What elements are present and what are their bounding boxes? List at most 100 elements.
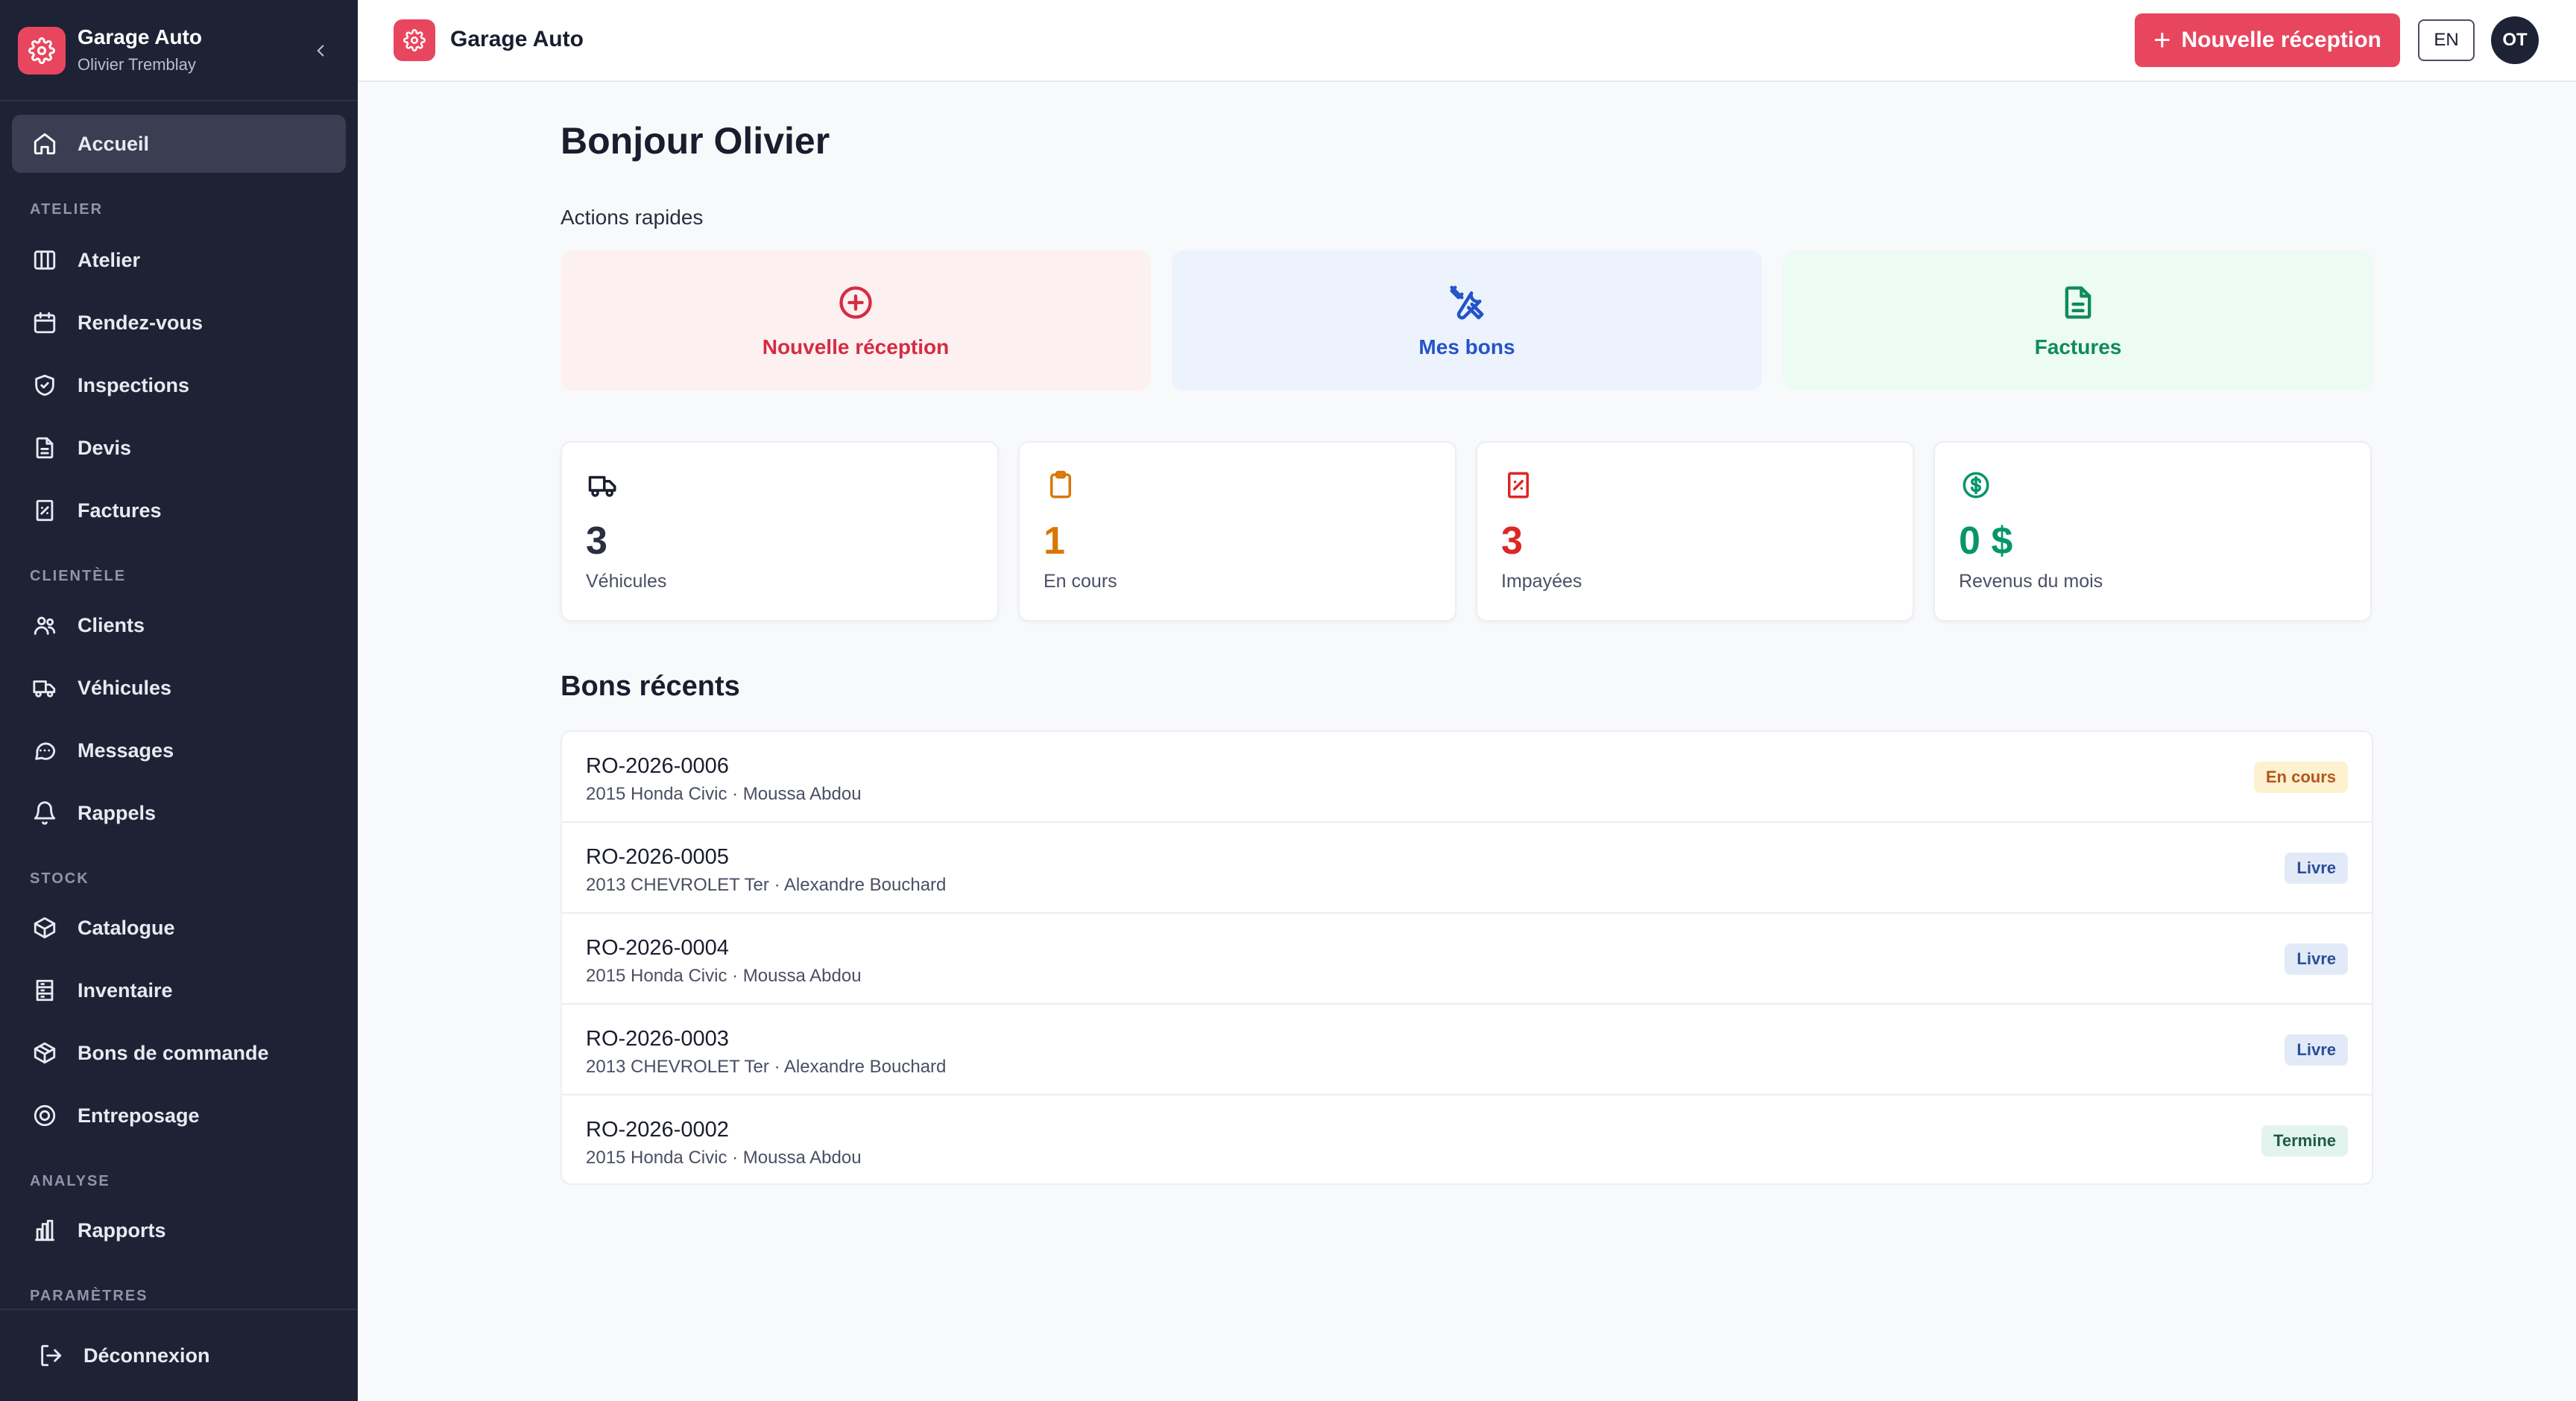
- chevron-left-icon: [317, 45, 324, 57]
- order-number: RO-2026-0005: [586, 845, 729, 869]
- stat-value: 0 $: [1959, 519, 2013, 563]
- tools-icon: [1446, 282, 1488, 323]
- stat-value: 1: [1044, 519, 1065, 563]
- order-number: RO-2026-0004: [586, 936, 729, 960]
- logout-label: Déconnexion: [83, 1344, 210, 1367]
- box-icon: [30, 913, 60, 943]
- sidebar: Garage Auto Olivier Tremblay Accueil ATE…: [0, 0, 358, 1401]
- calendar-icon: [30, 308, 60, 338]
- bell-icon: [30, 798, 60, 828]
- sidebar-item-clients[interactable]: Clients: [12, 596, 346, 654]
- dollar-circle-icon: [1959, 468, 1993, 502]
- stat-card-vehicles[interactable]: 3 Véhicules: [561, 441, 999, 622]
- sidebar-item-vehicules[interactable]: Véhicules: [12, 659, 346, 717]
- list-item[interactable]: RO-2026-0004 2015 Honda Civic · Moussa A…: [562, 914, 2372, 1005]
- stat-card-revenue[interactable]: 0 $ Revenus du mois: [1933, 441, 2372, 622]
- order-description: 2013 CHEVROLET Ter · Alexandre Bouchard: [586, 1057, 947, 1077]
- quick-action-invoices[interactable]: Factures: [1783, 250, 2373, 390]
- sidebar-item-label: Factures: [78, 499, 162, 522]
- sidebar-item-messages[interactable]: Messages: [12, 721, 346, 779]
- order-number: RO-2026-0006: [586, 754, 729, 778]
- shield-check-icon: [30, 370, 60, 400]
- warehouse-icon: [30, 975, 60, 1005]
- list-item[interactable]: RO-2026-0003 2013 CHEVROLET Ter · Alexan…: [562, 1005, 2372, 1095]
- sidebar-item-label: Devis: [78, 436, 132, 459]
- stat-label: Revenus du mois: [1959, 571, 2103, 592]
- sidebar-item-catalogue[interactable]: Catalogue: [12, 899, 346, 957]
- sidebar-item-label: Inspections: [78, 373, 190, 396]
- stat-label: En cours: [1044, 571, 1117, 592]
- list-item[interactable]: RO-2026-0006 2015 Honda Civic · Moussa A…: [562, 732, 2372, 823]
- message-icon: [30, 736, 60, 765]
- order-number: RO-2026-0003: [586, 1027, 729, 1051]
- new-reception-button[interactable]: + Nouvelle réception: [2135, 13, 2400, 67]
- sidebar-item-atelier[interactable]: Atelier: [12, 231, 346, 289]
- sidebar-item-label: Atelier: [78, 248, 141, 271]
- sidebar-item-rapports[interactable]: Rapports: [12, 1201, 346, 1259]
- sidebar-footer: Déconnexion: [0, 1309, 358, 1401]
- target-icon: [30, 1101, 60, 1130]
- sidebar-item-label: Bons de commande: [78, 1041, 269, 1064]
- gear-icon: [394, 19, 435, 61]
- sidebar-app-title: Garage Auto: [78, 25, 202, 48]
- sidebar-item-rendezvous[interactable]: Rendez-vous: [12, 294, 346, 352]
- list-item[interactable]: RO-2026-0002 2015 Honda Civic · Moussa A…: [562, 1095, 2372, 1186]
- quick-actions-label: Actions rapides: [561, 206, 704, 229]
- status-badge: Livre: [2285, 853, 2348, 884]
- stat-label: Impayées: [1501, 571, 1582, 592]
- status-badge: Livre: [2285, 1034, 2348, 1066]
- package-icon: [30, 1038, 60, 1068]
- sidebar-item-label: Messages: [78, 739, 174, 762]
- sidebar-item-label: Catalogue: [78, 916, 175, 939]
- new-reception-label: Nouvelle réception: [2181, 28, 2381, 52]
- columns-icon: [30, 245, 60, 275]
- quick-action-new-reception[interactable]: Nouvelle réception: [561, 250, 1151, 390]
- order-description: 2015 Honda Civic · Moussa Abdou: [586, 1148, 862, 1168]
- sidebar-section-atelier: ATELIER: [30, 201, 104, 218]
- order-number: RO-2026-0002: [586, 1118, 729, 1142]
- logout-button[interactable]: Déconnexion: [12, 1326, 346, 1385]
- sidebar-item-label: Accueil: [78, 132, 150, 155]
- collapse-sidebar-button[interactable]: [306, 36, 335, 66]
- sidebar-item-inventaire[interactable]: Inventaire: [12, 961, 346, 1019]
- sidebar-item-inspections[interactable]: Inspections: [12, 356, 346, 414]
- language-toggle-button[interactable]: EN: [2418, 19, 2475, 61]
- stat-card-unpaid[interactable]: 3 Impayées: [1476, 441, 1914, 622]
- sidebar-item-accueil[interactable]: Accueil: [12, 115, 346, 173]
- sidebar-section-stock: STOCK: [30, 870, 89, 887]
- stat-card-in-progress[interactable]: 1 En cours: [1018, 441, 1456, 622]
- truck-icon: [586, 468, 620, 502]
- receipt-icon: [30, 496, 60, 525]
- sidebar-item-devis[interactable]: Devis: [12, 419, 346, 477]
- sidebar-item-entreposage[interactable]: Entreposage: [12, 1087, 346, 1145]
- quick-action-label: Factures: [2034, 335, 2122, 358]
- stat-value: 3: [586, 519, 607, 563]
- sidebar-user-name: Olivier Tremblay: [78, 55, 196, 74]
- status-badge: Livre: [2285, 943, 2348, 975]
- status-badge: Termine: [2261, 1125, 2348, 1157]
- top-bar-title: Garage Auto: [450, 27, 584, 51]
- page-title: Bonjour Olivier: [561, 120, 830, 162]
- sidebar-item-rappels[interactable]: Rappels: [12, 784, 346, 842]
- quick-action-my-orders[interactable]: Mes bons: [1172, 250, 1762, 390]
- quick-action-label: Nouvelle réception: [762, 335, 950, 358]
- sidebar-item-label: Rappels: [78, 801, 157, 824]
- sidebar-item-label: Rapports: [78, 1218, 166, 1242]
- sidebar-section-clientele: CLIENTÈLE: [30, 568, 127, 584]
- order-description: 2015 Honda Civic · Moussa Abdou: [586, 966, 862, 986]
- quick-action-label: Mes bons: [1418, 335, 1515, 358]
- sidebar-item-label: Véhicules: [78, 676, 172, 699]
- list-item[interactable]: RO-2026-0005 2013 CHEVROLET Ter · Alexan…: [562, 823, 2372, 914]
- sidebar-item-factures[interactable]: Factures: [12, 481, 346, 540]
- home-icon: [30, 129, 60, 159]
- gear-icon: [18, 27, 66, 75]
- status-badge: En cours: [2253, 762, 2348, 793]
- sidebar-item-label: Rendez-vous: [78, 311, 203, 334]
- avatar[interactable]: OT: [2491, 16, 2539, 64]
- stat-value: 3: [1501, 519, 1523, 563]
- sidebar-item-bons-de-commande[interactable]: Bons de commande: [12, 1024, 346, 1082]
- document-icon: [30, 433, 60, 463]
- receipt-icon: [1501, 468, 1535, 502]
- order-description: 2013 CHEVROLET Ter · Alexandre Bouchard: [586, 875, 947, 895]
- order-description: 2015 Honda Civic · Moussa Abdou: [586, 784, 862, 804]
